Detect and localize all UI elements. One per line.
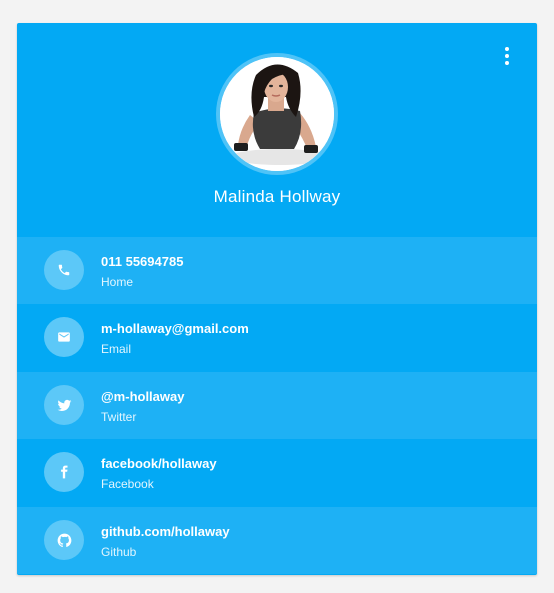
mail-icon-badge — [44, 317, 84, 357]
profile-name: Malinda Hollway — [213, 187, 341, 206]
github-icon-badge — [44, 520, 84, 560]
contact-label: Facebook — [101, 477, 154, 491]
dot-icon — [505, 54, 509, 58]
github-icon — [57, 533, 71, 547]
dot-icon — [505, 61, 509, 65]
phone-icon — [58, 264, 70, 276]
contact-label: Email — [101, 342, 132, 356]
twitter-icon-badge — [44, 385, 84, 425]
contact-row-phone[interactable]: 011 55694785 Home — [17, 237, 537, 304]
contact-value: facebook/hollaway — [101, 456, 217, 471]
contact-label: Home — [101, 275, 134, 289]
twitter-icon — [57, 399, 71, 411]
phone-icon-badge — [44, 250, 84, 290]
contact-label: Github — [101, 545, 137, 559]
contact-value: @m-hollaway — [101, 389, 185, 404]
contact-value: m-hollaway@gmail.com — [101, 321, 249, 336]
contact-row-facebook[interactable]: facebook/hollaway Facebook — [17, 439, 537, 506]
mail-icon — [58, 332, 70, 342]
facebook-icon — [61, 465, 68, 479]
more-options-button[interactable] — [499, 47, 515, 65]
profile-header: Malinda Hollway — [17, 23, 537, 237]
contact-value: github.com/hollaway — [101, 524, 230, 539]
avatar-ring — [216, 53, 338, 175]
contact-row-github[interactable]: github.com/hollaway Github — [17, 507, 537, 574]
contact-value: 011 55694785 — [101, 254, 184, 269]
facebook-icon-badge — [44, 452, 84, 492]
contact-label: Twitter — [101, 410, 137, 424]
dot-icon — [505, 47, 509, 51]
contact-row-twitter[interactable]: @m-hollaway Twitter — [17, 372, 537, 439]
avatar[interactable] — [220, 57, 334, 171]
profile-card: Malinda Hollway 011 55694785 Home m-holl… — [17, 23, 537, 575]
contact-row-email[interactable]: m-hollaway@gmail.com Email — [17, 304, 537, 371]
